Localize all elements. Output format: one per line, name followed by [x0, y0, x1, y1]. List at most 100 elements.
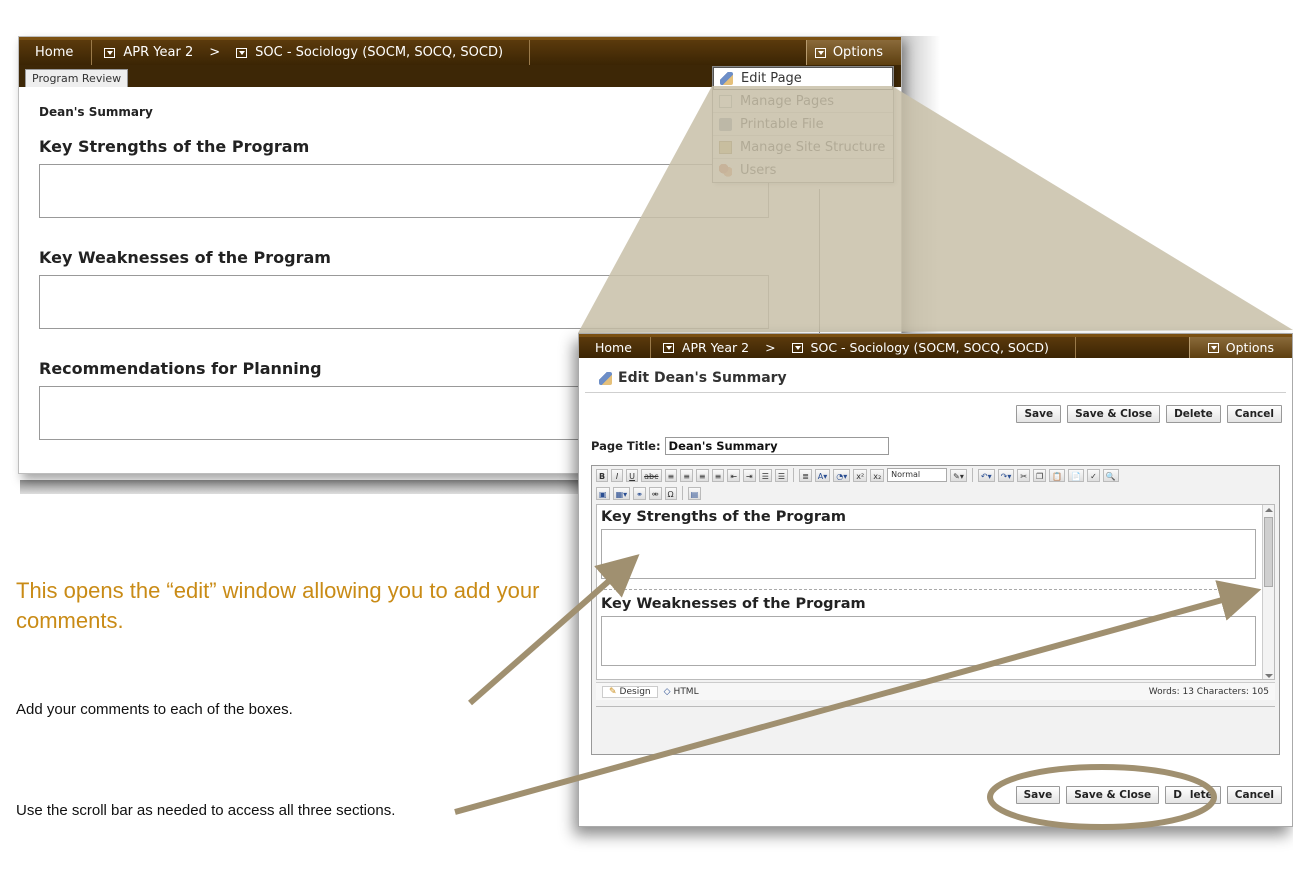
highlight-icon[interactable]: ◔▾: [833, 468, 851, 482]
save-close-button[interactable]: Save & Close: [1067, 405, 1161, 423]
delete-button[interactable]: Dlete: [1165, 786, 1221, 804]
menu-item-label: Manage Site Structure: [740, 139, 886, 155]
editor-empty-panel: [596, 706, 1275, 750]
rich-text-editor: B I U abc ≡ ≡ ≡ ≡ ⇤ ⇥ ☰ ☰ ≣ A▾ ◔▾ x² x₂ …: [591, 465, 1280, 755]
editor-footer: ✎ Design ◇ HTML Words: 13 Characters: 10…: [596, 682, 1275, 700]
code-icon: ◇: [663, 686, 671, 697]
paragraph-icon[interactable]: ≣: [799, 468, 812, 482]
subscript-icon[interactable]: x₂: [870, 468, 885, 482]
menu-item-users[interactable]: Users: [713, 159, 893, 182]
menu-item-label: Manage Pages: [740, 93, 835, 109]
bottom-button-row: Save Save & Close Dlete Cancel: [1015, 786, 1282, 804]
nav-crumb-soc[interactable]: SOC - Sociology (SOCM, SOCQ, SOCD): [780, 337, 1061, 358]
scrollbar-thumb[interactable]: [1264, 517, 1273, 587]
superscript-icon[interactable]: x²: [853, 468, 868, 482]
cancel-button[interactable]: Cancel: [1226, 786, 1282, 804]
content-heading-strengths: Key Strengths of the Program: [601, 509, 846, 525]
menu-item-label: Printable File: [740, 116, 824, 132]
font-color-icon[interactable]: A▾: [814, 468, 831, 482]
align-center-icon[interactable]: ≡: [680, 468, 693, 482]
content-box-strengths[interactable]: [601, 529, 1256, 579]
options-button[interactable]: Options: [1188, 337, 1292, 358]
outdent-icon[interactable]: ⇤: [727, 468, 741, 482]
screenshot-shadow-bottom: [20, 480, 580, 494]
content-heading-weaknesses: Key Weaknesses of the Program: [601, 596, 866, 612]
nav-divider: [1074, 337, 1076, 358]
table-icon[interactable]: ▦▾: [612, 486, 631, 500]
strikethrough-button[interactable]: abc: [641, 468, 662, 482]
cancel-button[interactable]: Cancel: [1226, 405, 1282, 423]
options-button[interactable]: Options: [805, 40, 901, 65]
design-mode-tab[interactable]: ✎ Design: [602, 685, 658, 698]
numbered-list-icon[interactable]: ☰: [758, 468, 772, 482]
html-mode-label: HTML: [673, 686, 699, 697]
align-left-icon[interactable]: ≡: [664, 468, 678, 482]
undo-icon[interactable]: ↶▾: [977, 468, 995, 482]
scroll-up-icon[interactable]: [1265, 508, 1273, 512]
nav-home-link[interactable]: Home: [579, 337, 651, 358]
justify-icon[interactable]: ≡: [711, 468, 725, 482]
content-divider: [599, 589, 1257, 590]
editor-scrollbar[interactable]: [1262, 505, 1274, 679]
users-icon: [719, 164, 732, 177]
editor-content-area[interactable]: Key Strengths of the Program Key Weaknes…: [596, 504, 1275, 680]
tab-program-review[interactable]: Program Review: [25, 69, 129, 87]
format-brush-icon[interactable]: ✎▾: [950, 468, 967, 482]
html-mode-tab[interactable]: ◇ HTML: [658, 687, 705, 697]
paste-text-icon[interactable]: 📄: [1068, 468, 1085, 482]
menu-item-label: Users: [740, 163, 777, 178]
indent-icon[interactable]: ⇥: [743, 468, 756, 482]
scroll-down-icon[interactable]: [1265, 674, 1273, 678]
delete-label-end: lete: [1189, 789, 1213, 801]
menu-item-manage-site-structure[interactable]: Manage Site Structure: [713, 136, 893, 159]
section-box-weaknesses: [39, 275, 769, 329]
find-icon[interactable]: 🔍: [1102, 468, 1119, 482]
media-icon[interactable]: ▤: [687, 486, 702, 500]
nav-separator: >: [765, 340, 776, 355]
copy-icon[interactable]: ❐: [1033, 468, 1047, 482]
redo-icon[interactable]: ↷▾: [997, 468, 1015, 482]
unlink-icon[interactable]: ⚮: [648, 486, 662, 500]
special-char-button[interactable]: Ω: [664, 486, 677, 500]
nav-crumb-apr[interactable]: APR Year 2: [92, 40, 205, 65]
toolbar-separator: [971, 468, 973, 482]
nav-crumb-soc-label: SOC - Sociology (SOCM, SOCQ, SOCD): [255, 45, 504, 60]
menu-item-manage-pages[interactable]: Manage Pages: [713, 90, 893, 113]
options-label: Options: [832, 45, 883, 60]
delete-button[interactable]: Delete: [1166, 405, 1221, 423]
save-close-button[interactable]: Save & Close: [1066, 786, 1160, 804]
pencil-icon: [599, 371, 612, 385]
image-icon[interactable]: ▣: [596, 486, 610, 500]
pencil-icon: ✎: [609, 686, 617, 697]
bold-button[interactable]: B: [596, 468, 609, 482]
word-count: Words: 13 Characters: 105: [1148, 686, 1269, 697]
menu-item-printable-file[interactable]: Printable File: [713, 113, 893, 136]
save-button[interactable]: Save: [1016, 405, 1062, 423]
link-icon[interactable]: ⚭: [633, 486, 646, 500]
align-right-icon[interactable]: ≡: [695, 468, 709, 482]
nav-separator: >: [209, 45, 221, 60]
nav-crumb-apr[interactable]: APR Year 2: [651, 337, 761, 358]
nav-crumb-soc-label: SOC - Sociology (SOCM, SOCQ, SOCD): [810, 340, 1049, 355]
spellcheck-icon[interactable]: ✓: [1087, 468, 1100, 482]
top-navbar: Home APR Year 2 > SOC - Sociology (SOCM,…: [19, 37, 901, 65]
nav-crumb-apr-label: APR Year 2: [123, 45, 194, 60]
paste-icon[interactable]: 📋: [1049, 468, 1066, 482]
toolbar-row-1: B I U abc ≡ ≡ ≡ ≡ ⇤ ⇥ ☰ ☰ ≣ A▾ ◔▾ x² x₂ …: [592, 466, 1279, 484]
nav-crumb-soc[interactable]: SOC - Sociology (SOCM, SOCQ, SOCD): [224, 40, 515, 65]
nav-home-link[interactable]: Home: [19, 40, 93, 65]
bullet-list-icon[interactable]: ☰: [774, 468, 789, 482]
dropdown-icon: [791, 342, 803, 353]
format-select[interactable]: Normal: [887, 468, 948, 482]
toolbar-separator: [681, 486, 683, 500]
design-mode-label: Design: [619, 686, 651, 697]
content-box-weaknesses[interactable]: [601, 616, 1256, 666]
top-button-row: Save Save & Close Delete Cancel: [579, 393, 1292, 431]
menu-item-edit-page[interactable]: Edit Page: [713, 67, 893, 90]
underline-button[interactable]: U: [626, 468, 639, 482]
cut-icon[interactable]: ✂: [1017, 468, 1031, 482]
italic-button[interactable]: I: [611, 468, 624, 482]
save-button[interactable]: Save: [1015, 786, 1061, 804]
options-menu: Edit Page Manage Pages Printable File Ma…: [712, 66, 894, 183]
page-title-input[interactable]: [664, 437, 889, 455]
